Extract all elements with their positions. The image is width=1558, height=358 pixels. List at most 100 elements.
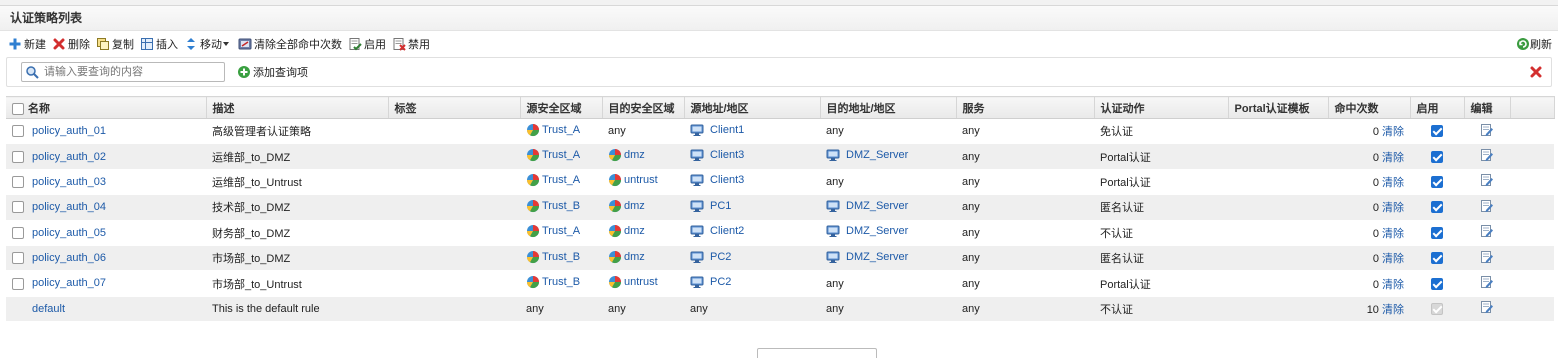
enabled-checkbox[interactable] — [1431, 176, 1443, 189]
table-row-default[interactable]: default This is the default rule any any any… — [6, 296, 1554, 323]
row-select-checkbox[interactable] — [12, 201, 24, 214]
select-all-checkbox[interactable] — [12, 102, 24, 115]
src-addr-object[interactable]: Client3 — [690, 173, 744, 187]
table-row[interactable]: policy_auth_05 财务部_to_DMZ Trust_A dmz Cli… — [6, 220, 1554, 246]
clear-all-hits-button[interactable]: 清除全部命中次数 — [238, 36, 342, 52]
row-select-checkbox[interactable] — [12, 150, 24, 163]
row-select-checkbox[interactable] — [12, 176, 24, 189]
enabled-checkbox[interactable] — [1431, 277, 1443, 290]
clear-hits-link[interactable]: 清除 — [1382, 152, 1404, 164]
clear-hits-link[interactable]: 清除 — [1382, 279, 1404, 291]
src-zone-object[interactable]: Trust_A — [526, 173, 580, 187]
table-row[interactable]: policy_auth_01 高级管理者认证策略 Trust_A any Clien… — [6, 118, 1554, 145]
col-action[interactable]: 认证动作 — [1094, 96, 1229, 119]
row-select-checkbox[interactable] — [12, 252, 24, 265]
dst-zone-object[interactable]: dmz — [608, 148, 645, 162]
add-query-button[interactable]: 添加查询项 — [237, 64, 308, 80]
copy-button[interactable]: 复制 — [96, 36, 134, 52]
enabled-checkbox[interactable] — [1431, 201, 1443, 214]
delete-button[interactable]: 删除 — [52, 36, 90, 52]
policy-name-link[interactable]: policy_auth_06 — [32, 252, 106, 264]
src-zone-object[interactable]: Trust_A — [526, 224, 580, 238]
search-icon — [25, 65, 39, 79]
enabled-checkbox[interactable] — [1431, 226, 1443, 239]
col-tag[interactable]: 标签 — [388, 96, 521, 119]
row-select-checkbox[interactable] — [12, 125, 24, 138]
src-zone-object[interactable]: Trust_B — [526, 250, 580, 264]
edit-icon[interactable] — [1480, 300, 1494, 314]
src-addr-object[interactable]: PC2 — [690, 250, 731, 264]
edit-icon[interactable] — [1480, 148, 1494, 162]
table-row[interactable]: policy_auth_04 技术部_to_DMZ Trust_B dmz PC1… — [6, 194, 1554, 221]
col-service[interactable]: 服务 — [956, 96, 1095, 119]
dst-zone-object[interactable]: dmz — [608, 199, 645, 213]
dst-addr-object[interactable]: DMZ_Server — [826, 199, 908, 213]
dst-zone-object[interactable]: dmz — [608, 250, 645, 264]
policy-name-link[interactable]: policy_auth_07 — [32, 277, 106, 289]
pager-select[interactable] — [757, 348, 877, 358]
move-button[interactable]: 移动 — [184, 36, 232, 52]
policy-name-link[interactable]: policy_auth_04 — [32, 201, 106, 213]
dst-zone-object[interactable]: dmz — [608, 224, 645, 238]
policy-name-link[interactable]: policy_auth_03 — [32, 176, 106, 188]
new-button[interactable]: 新建 — [8, 36, 46, 52]
col-hits[interactable]: 命中次数 — [1328, 96, 1411, 119]
src-addr-object[interactable]: Client3 — [690, 148, 744, 162]
enable-icon — [348, 37, 362, 51]
edit-icon[interactable] — [1480, 224, 1494, 238]
src-zone-object[interactable]: Trust_B — [526, 199, 580, 213]
enabled-checkbox[interactable] — [1431, 252, 1443, 265]
row-select-checkbox[interactable] — [12, 277, 24, 290]
insert-button[interactable]: 插入 — [140, 36, 178, 52]
col-name[interactable]: 名称 — [6, 96, 207, 119]
close-search-icon[interactable] — [1529, 65, 1543, 79]
col-dst-zone[interactable]: 目的安全区域 — [602, 96, 685, 119]
clear-hits-link[interactable]: 清除 — [1382, 228, 1404, 240]
col-edit[interactable]: 编辑 — [1464, 96, 1511, 119]
dst-addr-object[interactable]: DMZ_Server — [826, 224, 908, 238]
policy-name-link[interactable]: policy_auth_01 — [32, 125, 106, 137]
search-input[interactable] — [42, 64, 222, 80]
src-addr-object[interactable]: Client1 — [690, 123, 744, 137]
policy-name-link[interactable]: policy_auth_05 — [32, 227, 106, 239]
policy-name-link[interactable]: policy_auth_02 — [32, 151, 106, 163]
policy-name-link[interactable]: default — [32, 303, 65, 315]
refresh-button[interactable]: 刷新 — [1516, 36, 1552, 52]
table-row[interactable]: policy_auth_03 运维部_to_Untrust Trust_A unt… — [6, 169, 1554, 196]
search-box[interactable] — [21, 62, 225, 82]
src-zone-object[interactable]: Trust_A — [526, 148, 580, 162]
col-enabled[interactable]: 启用 — [1410, 96, 1465, 119]
enabled-checkbox[interactable] — [1431, 125, 1443, 138]
disable-button[interactable]: 禁用 — [392, 36, 430, 52]
edit-icon[interactable] — [1480, 173, 1494, 187]
src-addr-object[interactable]: PC2 — [690, 275, 731, 289]
col-dst-addr[interactable]: 目的地址/地区 — [820, 96, 957, 119]
row-select-checkbox[interactable] — [12, 226, 24, 239]
dst-zone-object[interactable]: untrust — [608, 173, 658, 187]
enable-button[interactable]: 启用 — [348, 36, 386, 52]
clear-hits-link[interactable]: 清除 — [1382, 126, 1404, 138]
edit-icon[interactable] — [1480, 275, 1494, 289]
dst-addr-object[interactable]: DMZ_Server — [826, 148, 908, 162]
enabled-checkbox[interactable] — [1431, 150, 1443, 163]
dst-addr-object[interactable]: DMZ_Server — [826, 250, 908, 264]
clear-hits-link[interactable]: 清除 — [1382, 177, 1404, 189]
col-portal-template[interactable]: Portal认证模板 — [1228, 96, 1329, 119]
src-addr-object[interactable]: PC1 — [690, 199, 731, 213]
clear-hits-link[interactable]: 清除 — [1382, 304, 1404, 316]
col-desc[interactable]: 描述 — [206, 96, 389, 119]
table-row[interactable]: policy_auth_06 市场部_to_DMZ Trust_B dmz PC2… — [6, 245, 1554, 272]
src-addr-object[interactable]: Client2 — [690, 224, 744, 238]
col-src-zone[interactable]: 源安全区域 — [520, 96, 603, 119]
src-zone-object[interactable]: Trust_A — [526, 123, 580, 137]
col-src-addr[interactable]: 源地址/地区 — [684, 96, 821, 119]
dst-zone-object[interactable]: untrust — [608, 275, 658, 289]
clear-hits-link[interactable]: 清除 — [1382, 253, 1404, 265]
table-row[interactable]: policy_auth_02 运维部_to_DMZ Trust_A dmz Cli… — [6, 143, 1554, 170]
edit-icon[interactable] — [1480, 123, 1494, 137]
edit-icon[interactable] — [1480, 199, 1494, 213]
clear-hits-link[interactable]: 清除 — [1382, 202, 1404, 214]
edit-icon[interactable] — [1480, 250, 1494, 264]
table-row[interactable]: policy_auth_07 市场部_to_Untrust Trust_B unt… — [6, 270, 1554, 297]
src-zone-object[interactable]: Trust_B — [526, 275, 580, 289]
